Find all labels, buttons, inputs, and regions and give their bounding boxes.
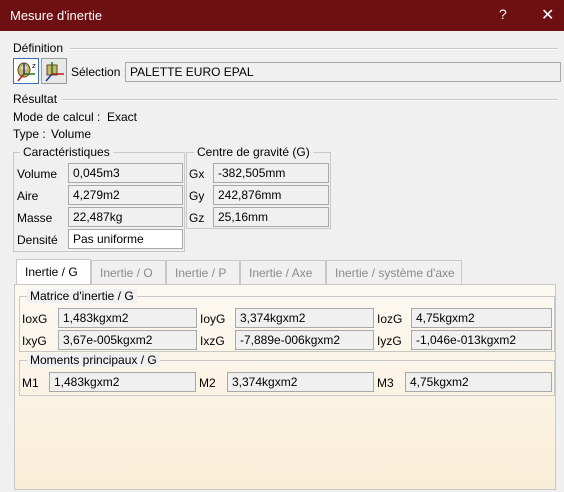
type-value: Volume (51, 127, 92, 141)
result-divider (62, 99, 558, 101)
m2-label: M2 (199, 376, 216, 390)
mass-field[interactable]: 22,487kg (68, 207, 183, 227)
gx-field[interactable]: -382,505mm (213, 163, 329, 183)
inertia-3d-icon: z (17, 62, 36, 82)
m3-label: M3 (377, 376, 394, 390)
m1-field[interactable]: 1,483kgxm2 (49, 372, 196, 392)
calc-mode-value: Exact (107, 110, 138, 124)
ioxg-field[interactable]: 1,483kgxm2 (58, 308, 197, 328)
tab-inertie-systeme-axe[interactable]: Inertie / système d'axe (326, 260, 462, 284)
ioxg-label: IoxG (22, 312, 48, 326)
tab-inertie-o[interactable]: Inertie / O (91, 260, 166, 284)
volume-field[interactable]: 0,045m3 (68, 163, 183, 183)
principal-moments-title: Moments principaux / G (27, 353, 160, 367)
close-button[interactable]: ✕ (541, 5, 554, 25)
inertia-2d-icon (45, 62, 64, 82)
ioyg-field[interactable]: 3,374kgxm2 (235, 308, 374, 328)
title-bar: Mesure d'inertie ? ✕ (0, 0, 564, 31)
inertia-3d-button[interactable]: z (13, 58, 39, 84)
m3-field[interactable]: 4,75kgxm2 (405, 372, 552, 392)
density-field[interactable]: Pas uniforme (68, 229, 183, 249)
calc-mode-label: Mode de calcul : (13, 110, 101, 124)
gy-label: Gy (189, 189, 205, 203)
area-field[interactable]: 4,279m2 (68, 185, 183, 205)
area-label: Aire (17, 189, 39, 203)
result-heading: Résultat (13, 92, 58, 106)
tab-inertie-axe[interactable]: Inertie / Axe (240, 260, 326, 284)
gy-field[interactable]: 242,876mm (213, 185, 329, 205)
m1-label: M1 (22, 376, 39, 390)
m2-field[interactable]: 3,374kgxm2 (227, 372, 374, 392)
definition-divider (70, 48, 558, 50)
gx-label: Gx (189, 167, 205, 181)
density-label: Densité (17, 233, 58, 247)
volume-label: Volume (17, 167, 58, 181)
gz-field[interactable]: 25,16mm (213, 207, 329, 227)
tab-inertie-g[interactable]: Inertie / G (16, 259, 91, 285)
ixzg-field[interactable]: -7,889e-006kgxm2 (235, 330, 374, 350)
ixzg-label: IxzG (200, 334, 225, 348)
iozg-label: IozG (377, 312, 403, 326)
window-title: Mesure d'inertie (10, 8, 103, 23)
inertia-2d-button[interactable] (41, 58, 67, 84)
ixyg-label: IxyG (22, 334, 47, 348)
selection-field[interactable]: PALETTE EURO EPAL (125, 62, 561, 82)
help-button[interactable]: ? (499, 6, 507, 22)
ioyg-label: IoyG (200, 312, 226, 326)
ixyg-field[interactable]: 3,67e-005kgxm2 (58, 330, 197, 350)
selection-label: Sélection : (71, 65, 128, 79)
type-label: Type : (13, 127, 46, 141)
gravity-center-title: Centre de gravité (G) (194, 145, 313, 159)
definition-heading: Définition (13, 41, 64, 55)
iyzg-label: IyzG (377, 334, 402, 348)
mass-label: Masse (17, 211, 53, 225)
tab-inertie-p[interactable]: Inertie / P (166, 260, 240, 284)
iozg-field[interactable]: 4,75kgxm2 (411, 308, 552, 328)
characteristics-title: Caractéristiques (20, 145, 113, 159)
iyzg-field[interactable]: -1,046e-013kgxm2 (411, 330, 552, 350)
inertia-matrix-title: Matrice d'inertie / G (27, 289, 137, 303)
gz-label: Gz (189, 211, 205, 225)
svg-text:z: z (32, 62, 36, 70)
